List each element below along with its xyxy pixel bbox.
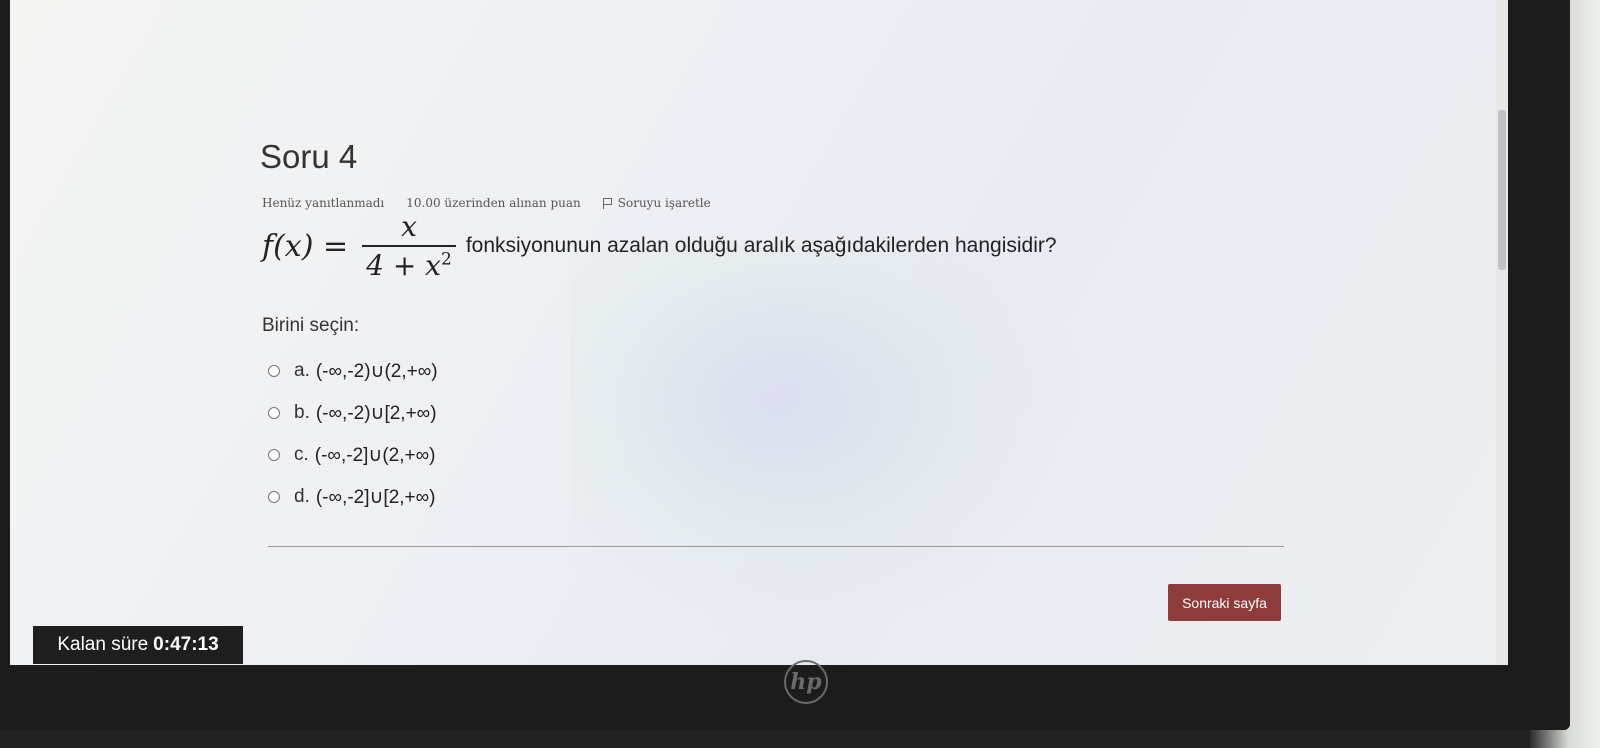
flag-question-label: Soruyu işaretle: [617, 196, 711, 210]
answer-options: a. (-∞,-2)∪(2,+∞) b. (-∞,-2)∪[2,+∞) c. (…: [268, 350, 438, 518]
question-status: Henüz yanıtlanmadı: [262, 196, 385, 210]
formula-denominator: 4 + x2: [362, 245, 456, 282]
option-d[interactable]: d. (-∞,-2]∪[2,+∞): [268, 476, 438, 518]
flag-icon: [602, 197, 612, 209]
formula-denominator-exponent: 2: [440, 249, 452, 270]
option-a[interactable]: a. (-∞,-2)∪(2,+∞): [268, 350, 438, 392]
option-letter: c.: [294, 444, 309, 465]
question-text: f(x) = x 4 + x2 fonksiyonunun azalan old…: [262, 210, 1057, 282]
option-text: (-∞,-2)∪[2,+∞): [315, 402, 437, 424]
hp-logo: hp: [784, 660, 828, 704]
question-body: fonksiyonunun azalan olduğu aralık aşağı…: [465, 234, 1057, 257]
formula-lhs: f(x) =: [262, 228, 349, 264]
answer-prompt: Birini seçin:: [262, 315, 360, 336]
option-text: (-∞,-2)∪(2,+∞): [315, 360, 438, 382]
option-letter: a.: [294, 360, 310, 381]
scrollbar[interactable]: [1496, 0, 1508, 665]
next-page-button[interactable]: Sonraki sayfa: [1168, 584, 1281, 621]
photo-frame: Soru 4 Henüz yanıtlanmadı 10.00 üzerinde…: [0, 0, 1600, 748]
radio-icon[interactable]: [268, 365, 280, 377]
divider: [268, 546, 1284, 547]
option-letter: d.: [294, 486, 310, 507]
option-text: (-∞,-2]∪(2,+∞): [314, 444, 436, 466]
monitor-bezel: Soru 4 Henüz yanıtlanmadı 10.00 üzerinde…: [0, 0, 1570, 730]
formula-denominator-base: 4 + x: [366, 249, 441, 282]
scrollbar-thumb[interactable]: [1498, 110, 1506, 270]
screen: Soru 4 Henüz yanıtlanmadı 10.00 üzerinde…: [10, 0, 1508, 665]
question-info: Henüz yanıtlanmadı 10.00 üzerinden alına…: [262, 196, 755, 210]
formula-fraction: x 4 + x2: [362, 210, 456, 282]
question-points: 10.00 üzerinden alınan puan: [406, 196, 581, 210]
question-title: Soru 4: [260, 138, 358, 175]
radio-icon[interactable]: [268, 407, 280, 419]
radio-icon[interactable]: [268, 449, 280, 461]
option-letter: b.: [294, 402, 310, 423]
flag-question-link[interactable]: Soruyu işaretle: [602, 196, 733, 210]
radio-icon[interactable]: [268, 491, 280, 503]
function-formula: f(x) = x 4 + x2: [262, 210, 466, 282]
option-c[interactable]: c. (-∞,-2]∪(2,+∞): [268, 434, 438, 476]
option-b[interactable]: b. (-∞,-2)∪[2,+∞): [268, 392, 438, 434]
timer-block: Kalan süre 0:47:13: [33, 626, 243, 664]
screen-moire: [570, 240, 1090, 640]
option-text: (-∞,-2]∪[2,+∞): [315, 486, 436, 508]
timer-value: 0:47:13: [153, 634, 219, 655]
formula-numerator: x: [401, 210, 417, 243]
timer-label: Kalan süre: [57, 634, 149, 655]
